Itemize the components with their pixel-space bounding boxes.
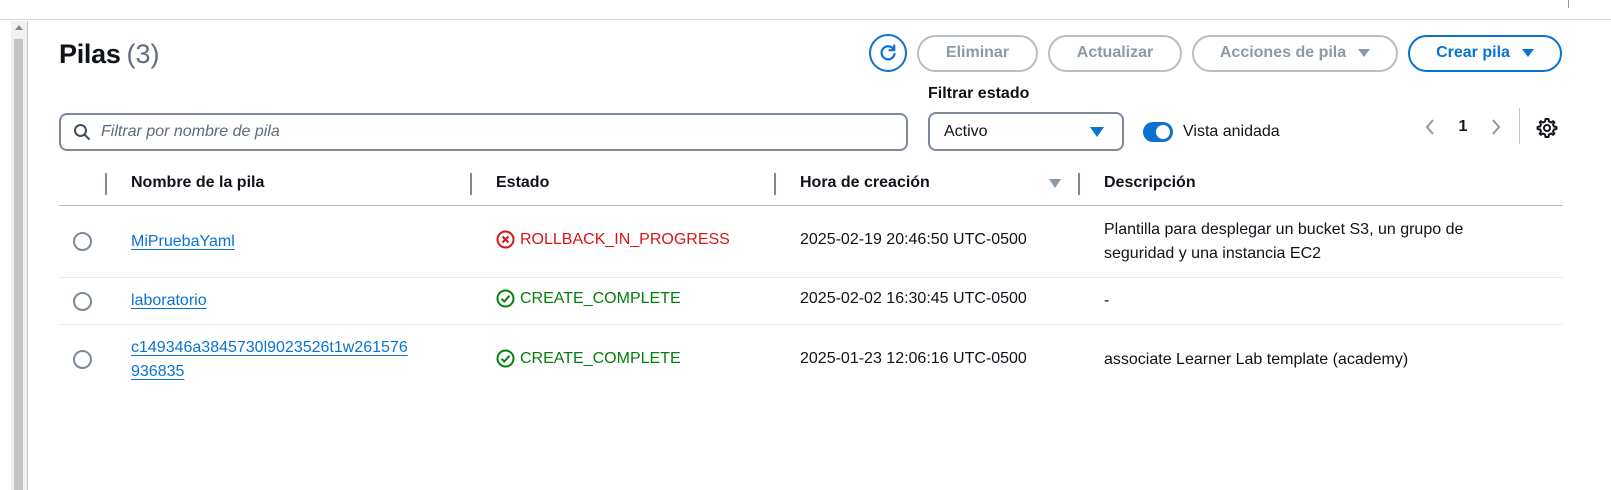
chevron-right-icon <box>1492 119 1501 135</box>
column-header-created[interactable]: Hora de creación <box>800 174 930 192</box>
stack-name-link[interactable]: c149346a3845730l9023526t1w261576 936835 <box>131 336 408 384</box>
table-row[interactable]: laboratorio CREATE_COMPLETE 2025-02-02 1… <box>59 278 1563 325</box>
refresh-button[interactable] <box>869 34 907 72</box>
update-button[interactable]: Actualizar <box>1048 34 1182 72</box>
row-select-radio[interactable] <box>73 232 92 251</box>
scroll-up-arrow-icon[interactable] <box>15 25 23 30</box>
nested-view-label: Vista anidada <box>1183 123 1280 140</box>
refresh-icon <box>880 44 896 61</box>
creation-time: 2025-02-19 20:46:50 UTC-0500 <box>800 231 1027 248</box>
pagination-divider <box>1519 108 1520 144</box>
nested-view-toggle-group[interactable]: Vista anidada <box>1143 122 1280 142</box>
creation-time: 2025-01-23 12:06:16 UTC-0500 <box>800 350 1027 367</box>
stack-status: CREATE_COMPLETE <box>496 349 681 368</box>
stack-actions-dropdown[interactable]: Acciones de pila <box>1192 34 1398 72</box>
current-page-number[interactable]: 1 <box>1440 118 1486 136</box>
delete-button[interactable]: Eliminar <box>917 34 1038 72</box>
filter-status-label: Filtrar estado <box>928 85 1030 102</box>
stack-status: CREATE_COMPLETE <box>496 289 681 308</box>
row-select-radio[interactable] <box>73 292 92 311</box>
stack-description: - <box>1104 292 1110 309</box>
nested-view-toggle[interactable] <box>1143 122 1173 142</box>
stack-name-link[interactable]: laboratorio <box>131 292 207 309</box>
error-status-icon <box>496 230 515 249</box>
vertical-scrollbar[interactable] <box>11 21 28 490</box>
stack-name-line[interactable]: c149346a3845730l9023526t1w261576 <box>131 336 408 360</box>
row-select-radio[interactable] <box>73 350 92 369</box>
previous-page-button[interactable] <box>1420 115 1440 139</box>
success-status-icon <box>496 289 515 308</box>
create-stack-label: Crear pila <box>1436 44 1510 61</box>
status-filter-select[interactable]: Activo <box>928 112 1124 151</box>
stack-status: ROLLBACK_IN_PROGRESS <box>496 230 730 249</box>
column-divider[interactable] <box>774 173 776 195</box>
table-row[interactable]: c149346a3845730l9023526t1w261576 936835 … <box>59 325 1563 395</box>
top-divider <box>0 19 1611 20</box>
table-header: Nombre de la pila Estado Hora de creació… <box>59 165 1563 206</box>
table-row[interactable]: MiPruebaYaml ROLLBACK_IN_PROGRESS 2025-0… <box>59 206 1563 278</box>
page-title: Pilas <box>59 38 121 69</box>
gear-icon <box>1536 118 1558 138</box>
description-line: seguridad y una instancia EC2 <box>1104 245 1322 262</box>
scroll-thumb[interactable] <box>14 39 23 490</box>
description-line: Plantilla para desplegar un bucket S3, u… <box>1104 221 1464 238</box>
stack-actions-label: Acciones de pila <box>1219 44 1347 61</box>
next-page-button[interactable] <box>1486 115 1506 139</box>
column-header-description[interactable]: Descripción <box>1104 174 1196 192</box>
column-divider[interactable] <box>470 173 472 195</box>
stack-description: Plantilla para desplegar un bucket S3, u… <box>1104 218 1463 266</box>
caret-down-icon <box>1090 126 1104 137</box>
status-text: ROLLBACK_IN_PROGRESS <box>520 230 730 248</box>
status-filter-value: Activo <box>944 122 988 140</box>
caret-down-icon <box>1358 49 1371 57</box>
delete-button-label: Eliminar <box>945 44 1010 61</box>
success-status-icon <box>496 349 515 368</box>
header-actions: Eliminar Actualizar Acciones de pila Cre… <box>869 34 1562 72</box>
search-box[interactable] <box>59 113 908 151</box>
column-header-status[interactable]: Estado <box>496 174 549 192</box>
preferences-button[interactable] <box>1535 116 1559 140</box>
search-input[interactable] <box>101 123 861 141</box>
top-right-divider <box>1568 0 1569 8</box>
create-stack-button[interactable]: Crear pila <box>1408 34 1562 72</box>
column-divider[interactable] <box>1078 173 1080 195</box>
stack-description: associate Learner Lab template (academy) <box>1104 351 1409 368</box>
sort-descending-icon[interactable] <box>1049 179 1061 188</box>
toggle-knob <box>1156 125 1170 139</box>
column-divider <box>105 173 107 195</box>
caret-down-icon <box>1521 49 1534 57</box>
page-header: Pilas (3) <box>59 34 160 74</box>
status-text: CREATE_COMPLETE <box>520 349 681 367</box>
update-button-label: Actualizar <box>1076 44 1154 61</box>
stack-name-line[interactable]: 936835 <box>131 360 184 384</box>
stack-count: (3) <box>126 38 160 69</box>
stack-name-link[interactable]: MiPruebaYaml <box>131 233 235 250</box>
pagination: 1 <box>1420 114 1506 140</box>
creation-time: 2025-02-02 16:30:45 UTC-0500 <box>800 290 1027 307</box>
status-text: CREATE_COMPLETE <box>520 289 681 307</box>
stacks-table: Nombre de la pila Estado Hora de creació… <box>59 165 1563 395</box>
search-icon <box>74 124 90 140</box>
chevron-left-icon <box>1425 119 1434 135</box>
column-header-name[interactable]: Nombre de la pila <box>131 174 264 192</box>
